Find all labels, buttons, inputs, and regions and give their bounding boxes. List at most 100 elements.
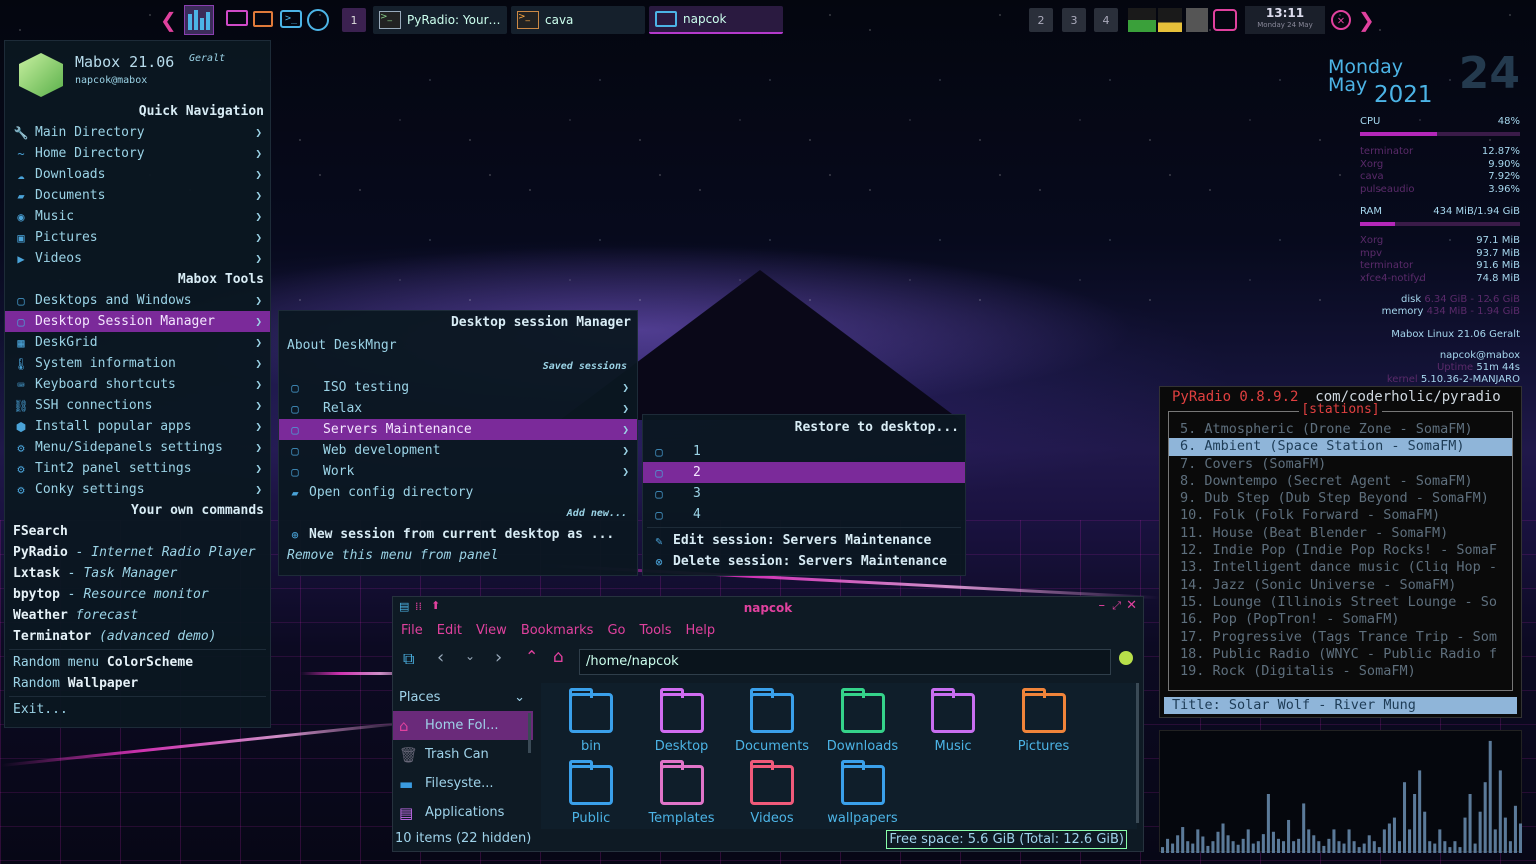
folder-item[interactable]: Desktop xyxy=(637,688,727,754)
place-item[interactable]: ▤ Applications xyxy=(393,798,533,827)
menu-item-desktop-session-manager[interactable]: ▢ Desktop Session Manager ❯ xyxy=(5,311,270,332)
folder-item[interactable]: Pictures xyxy=(999,688,1089,754)
menu-item-edit-session[interactable]: ✎ Edit session: Servers Maintenance xyxy=(643,530,965,551)
menu-item-open-config[interactable]: ▰ Open config directory xyxy=(279,482,637,503)
menu-item-about[interactable]: About DeskMngr xyxy=(279,335,637,356)
menu-item-ssh-connections[interactable]: ⛓ SSH connections ❯ xyxy=(5,395,270,416)
menu-item-pictures[interactable]: ▣ Pictures ❯ xyxy=(5,227,270,248)
menu-item-random-colorscheme[interactable]: Random menu ColorScheme xyxy=(5,652,270,673)
media-player-icon[interactable] xyxy=(1213,9,1237,31)
file-manager-window[interactable]: ▤ ⁞⁞ ⬆ napcok – ⤢ ✕ File Edit View Bookmark… xyxy=(392,596,1144,852)
folder-icon[interactable] xyxy=(253,11,273,27)
station-row[interactable]: 12. Indie Pop (Indie Pop Rocks! - SomaF xyxy=(1169,542,1512,559)
close-icon[interactable]: ✕ xyxy=(1126,598,1137,613)
close-icon[interactable]: ✕ xyxy=(1331,10,1351,30)
menu-item-command[interactable]: Terminator (advanced demo) xyxy=(5,626,270,647)
station-row[interactable]: 8. Downtempo (Secret Agent - SomaFM) xyxy=(1169,473,1512,490)
menu-edit[interactable]: Edit xyxy=(437,623,462,638)
station-row[interactable]: 15. Lounge (Illinois Street Lounge - So xyxy=(1169,594,1512,611)
menu-tools[interactable]: Tools xyxy=(639,623,671,638)
window-icon[interactable]: ▤ xyxy=(399,600,409,613)
place-item[interactable]: ▬ Filesyste... xyxy=(393,769,533,798)
session-item[interactable]: ▢ Servers Maintenance ❯ xyxy=(279,419,637,440)
task-pyradio[interactable]: >_ PyRadio: Your… xyxy=(373,6,507,34)
place-item[interactable]: 🗑 Trash Can xyxy=(393,740,533,769)
path-input[interactable]: /home/napcok xyxy=(579,649,1111,675)
menu-item-command[interactable]: FSearch xyxy=(5,521,270,542)
new-tab-icon[interactable]: ⧉ xyxy=(403,649,414,669)
station-row[interactable]: 6. Ambient (Space Station - SomaFM) xyxy=(1169,438,1512,456)
clock[interactable]: 13:11 Monday 24 May xyxy=(1245,6,1325,34)
browser-icon[interactable] xyxy=(307,9,329,31)
menu-go[interactable]: Go xyxy=(607,623,625,638)
menu-item-remove[interactable]: Remove this menu from panel xyxy=(279,545,637,566)
chevron-right-icon[interactable]: ❯ xyxy=(1358,8,1375,32)
folder-item[interactable]: Videos xyxy=(727,760,817,826)
menu-item-system-information[interactable]: 🌡 System information ❯ xyxy=(5,353,270,374)
go-icon[interactable] xyxy=(1119,651,1133,665)
menu-item-menu-sidepanels-settings[interactable]: ⚙ Menu/Sidepanels settings ❯ xyxy=(5,437,270,458)
folder-item[interactable]: Public xyxy=(546,760,636,826)
station-row[interactable]: 13. Intelligent dance music (Cliq Hop - xyxy=(1169,559,1512,576)
menu-item-command[interactable]: PyRadio - Internet Radio Player xyxy=(5,542,270,563)
task-napcok[interactable]: napcok xyxy=(649,6,783,34)
restore-desktop-item[interactable]: ▢ 3 xyxy=(643,483,965,504)
menu-item-deskgrid[interactable]: ▦ DeskGrid ❯ xyxy=(5,332,270,353)
desktop-3-button[interactable]: 3 xyxy=(1062,8,1086,32)
folder-item[interactable]: Documents xyxy=(727,688,817,754)
maximize-icon[interactable]: ⤢ xyxy=(1112,599,1121,613)
folder-item[interactable]: Templates xyxy=(637,760,727,826)
session-item[interactable]: ▢ ISO testing ❯ xyxy=(279,377,637,398)
session-item[interactable]: ▢ Relax ❯ xyxy=(279,398,637,419)
file-scrollbar[interactable] xyxy=(1136,683,1139,823)
home-icon[interactable]: ⌂ xyxy=(553,647,564,667)
menu-item-documents[interactable]: ▰ Documents ❯ xyxy=(5,185,270,206)
task-cava[interactable]: >_ cava xyxy=(511,6,645,34)
menu-help[interactable]: Help xyxy=(686,623,716,638)
station-row[interactable]: 11. House (Beat Blender - SomaFM) xyxy=(1169,525,1512,542)
menu-item-music[interactable]: ◉ Music ❯ xyxy=(5,206,270,227)
folder-item[interactable]: Downloads xyxy=(818,688,908,754)
station-row[interactable]: 14. Jazz (Sonic Universe - SomaFM) xyxy=(1169,577,1512,594)
restore-desktop-item[interactable]: ▢ 2 xyxy=(643,462,965,483)
menu-item-main-directory[interactable]: 🔧 Main Directory ❯ xyxy=(5,122,270,143)
place-item[interactable]: ⌂ Home Fol... xyxy=(393,711,533,740)
menu-item-new-session[interactable]: ⊕ New session from current desktop as ... xyxy=(279,524,637,545)
places-dropdown[interactable]: Places ⌄ xyxy=(393,683,533,711)
forward-icon[interactable]: › xyxy=(495,647,502,668)
station-row[interactable]: 17. Progressive (Tags Trance Trip - Som xyxy=(1169,629,1512,646)
minimize-icon[interactable]: – xyxy=(1099,598,1106,613)
folder-item[interactable]: Music xyxy=(908,688,998,754)
folder-item[interactable]: wallpapers xyxy=(818,760,908,826)
restore-desktop-item[interactable]: ▢ 1 xyxy=(643,441,965,462)
chevron-left-icon[interactable]: ❮ xyxy=(160,8,177,32)
menu-item-install-popular-apps[interactable]: ⬢ Install popular apps ❯ xyxy=(5,416,270,437)
menu-item-delete-session[interactable]: ⊗ Delete session: Servers Maintenance xyxy=(643,551,965,572)
station-row[interactable]: 9. Dub Step (Dub Step Beyond - SomaFM) xyxy=(1169,490,1512,507)
menu-item-command[interactable]: Weather forecast xyxy=(5,605,270,626)
menu-bookmarks[interactable]: Bookmarks xyxy=(521,623,594,638)
restore-desktop-item[interactable]: ▢ 4 xyxy=(643,504,965,525)
menu-item-command[interactable]: Lxtask - Task Manager xyxy=(5,563,270,584)
station-row[interactable]: 10. Folk (Folk Forward - SomaFM) xyxy=(1169,507,1512,524)
grid-icon[interactable]: ⁞⁞ xyxy=(415,600,422,613)
desktop-4-button[interactable]: 4 xyxy=(1094,8,1118,32)
desktop-2-button[interactable]: 2 xyxy=(1029,8,1053,32)
menu-item-desktops-and-windows[interactable]: ▢ Desktops and Windows ❯ xyxy=(5,290,270,311)
monitor-icon[interactable] xyxy=(226,10,248,26)
menu-item-keyboard-shortcuts[interactable]: ⌨ Keyboard shortcuts ❯ xyxy=(5,374,270,395)
folder-item[interactable]: bin xyxy=(546,688,636,754)
history-dropdown-icon[interactable]: ⌄ xyxy=(465,649,475,663)
station-row[interactable]: 7. Covers (SomaFM) xyxy=(1169,456,1512,473)
pyradio-window[interactable]: PyRadio 0.8.9.2 com/coderholic/pyradio [… xyxy=(1159,386,1522,718)
back-icon[interactable]: ‹ xyxy=(437,647,444,668)
menu-item-tint2-panel-settings[interactable]: ⚙ Tint2 panel settings ❯ xyxy=(5,458,270,479)
menu-item-videos[interactable]: ▶ Videos ❯ xyxy=(5,248,270,269)
menu-launcher-icon[interactable] xyxy=(184,5,214,35)
menu-item-downloads[interactable]: ☁ Downloads ❯ xyxy=(5,164,270,185)
menu-file[interactable]: File xyxy=(401,623,423,638)
menu-item-random-wallpaper[interactable]: Random Wallpaper xyxy=(5,673,270,694)
station-row[interactable]: 18. Public Radio (WNYC - Public Radio f xyxy=(1169,646,1512,663)
side-scrollbar[interactable] xyxy=(528,713,531,753)
menu-item-conky-settings[interactable]: ⚙ Conky settings ❯ xyxy=(5,479,270,500)
